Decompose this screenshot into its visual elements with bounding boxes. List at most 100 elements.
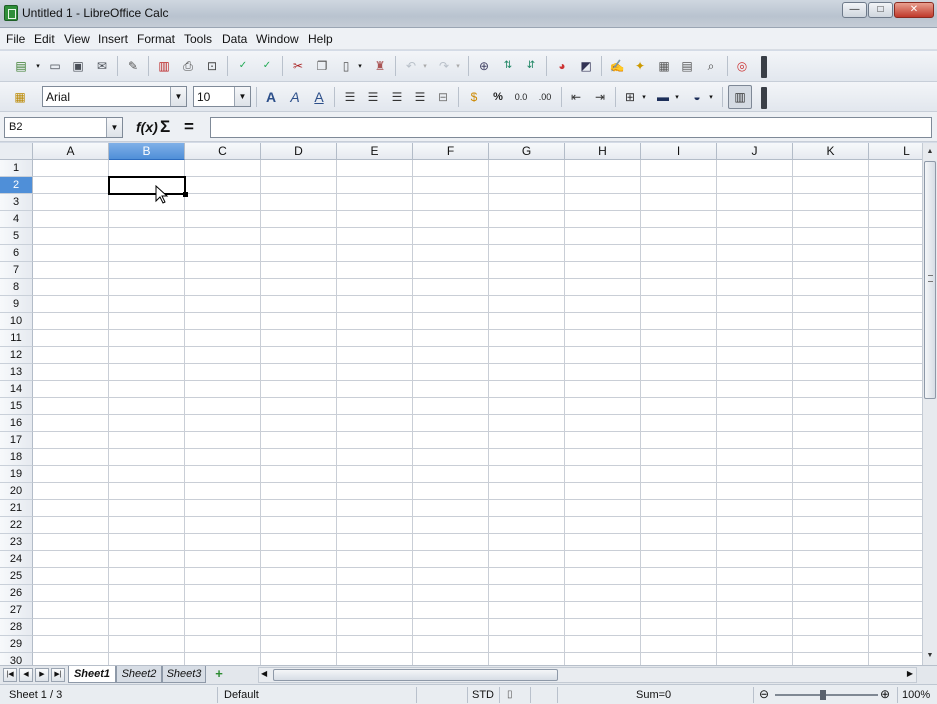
sort-descending-icon[interactable]: ⇵ <box>522 57 540 75</box>
chevron-down-icon[interactable]: ▼ <box>106 118 122 137</box>
zoom-out-icon[interactable]: ⊖ <box>759 687 769 701</box>
merge-cells-icon[interactable]: ⊟ <box>434 88 452 106</box>
column-header-d[interactable]: D <box>261 143 337 160</box>
background-color-dropdown-icon[interactable]: ▾ <box>673 88 681 106</box>
clone-formatting-icon[interactable]: ♜ <box>371 57 389 75</box>
menu-help[interactable]: Help <box>308 32 333 46</box>
chart-icon[interactable]: ◕ <box>553 57 571 75</box>
scroll-right-icon[interactable]: ▶ <box>907 669 913 678</box>
autospellcheck-icon[interactable]: ✓ <box>258 57 276 75</box>
pivot-table-icon[interactable]: ◩ <box>577 57 595 75</box>
export-pdf-icon[interactable]: ▥ <box>155 57 173 75</box>
redo-dropdown-icon[interactable]: ▾ <box>454 57 462 75</box>
justify-icon[interactable]: ☰ <box>411 88 429 106</box>
font-name-select[interactable]: Arial ▼ <box>42 86 187 107</box>
align-center-icon[interactable]: ☰ <box>364 88 382 106</box>
function-wizard-icon[interactable]: f(x) <box>136 119 158 135</box>
email-icon[interactable]: ✉ <box>93 57 111 75</box>
row-header-10[interactable]: 10 <box>0 313 33 330</box>
row-header-9[interactable]: 9 <box>0 296 33 313</box>
row-header-3[interactable]: 3 <box>0 194 33 211</box>
print-preview-icon[interactable]: ⊡ <box>203 57 221 75</box>
row-header-28[interactable]: 28 <box>0 619 33 636</box>
last-sheet-icon[interactable]: ▶| <box>51 668 65 682</box>
sort-ascending-icon[interactable]: ⇅ <box>499 57 517 75</box>
horizontal-scroll-thumb[interactable] <box>273 669 558 681</box>
toggle-grid-icon[interactable]: ▥ <box>728 85 752 109</box>
borders-dropdown-icon[interactable]: ▾ <box>640 88 648 106</box>
add-decimal-icon[interactable]: .00 <box>536 88 554 106</box>
row-header-30[interactable]: 30 <box>0 653 33 665</box>
sheet-tab-sheet1[interactable]: Sheet1 <box>68 666 116 683</box>
row-header-12[interactable]: 12 <box>0 347 33 364</box>
horizontal-scrollbar[interactable]: ◀ ▶ <box>258 667 917 683</box>
navigator-icon[interactable]: ✦ <box>631 57 649 75</box>
add-sheet-icon[interactable]: + <box>208 667 230 682</box>
row-header-2[interactable]: 2 <box>0 177 33 194</box>
menu-format[interactable]: Format <box>137 32 175 46</box>
open-icon[interactable]: ▭ <box>46 57 64 75</box>
row-header-15[interactable]: 15 <box>0 398 33 415</box>
new-document-icon[interactable]: ▤ <box>12 57 30 75</box>
underline-icon[interactable]: A <box>310 88 328 106</box>
menu-insert[interactable]: Insert <box>98 32 128 46</box>
row-header-8[interactable]: 8 <box>0 279 33 296</box>
chevron-down-icon[interactable]: ▼ <box>234 87 250 106</box>
scroll-up-icon[interactable]: ▲ <box>923 145 937 159</box>
scroll-down-icon[interactable]: ▼ <box>923 649 937 663</box>
zoom-level[interactable]: 100% <box>902 689 930 701</box>
spellcheck-icon[interactable]: ✓ <box>234 57 252 75</box>
column-header-l[interactable]: L <box>869 143 922 160</box>
row-header-4[interactable]: 4 <box>0 211 33 228</box>
zoom-icon[interactable]: ⌕ <box>702 57 720 75</box>
row-header-14[interactable]: 14 <box>0 381 33 398</box>
row-header-21[interactable]: 21 <box>0 500 33 517</box>
menu-window[interactable]: Window <box>256 32 299 46</box>
copy-icon[interactable]: ❐ <box>313 57 331 75</box>
vertical-scroll-thumb[interactable] <box>924 161 936 399</box>
formula-input[interactable] <box>210 117 932 138</box>
row-header-16[interactable]: 16 <box>0 415 33 432</box>
column-header-g[interactable]: G <box>489 143 565 160</box>
select-all-corner[interactable] <box>0 143 33 160</box>
cut-icon[interactable]: ✂ <box>289 57 307 75</box>
help-icon[interactable]: ◎ <box>733 57 751 75</box>
row-header-1[interactable]: 1 <box>0 160 33 177</box>
hyperlink-icon[interactable]: ⊕ <box>475 57 493 75</box>
italic-icon[interactable]: A <box>286 88 304 106</box>
decrease-indent-icon[interactable]: ⇤ <box>567 88 585 106</box>
zoom-slider-handle[interactable] <box>820 690 826 700</box>
spreadsheet-grid[interactable]: A B C D E F G H I J K L 1 2 3 4 5 6 7 8 9 10 11 12 13 14 15 16 17 18 1… <box>0 143 922 665</box>
name-box[interactable]: B2 ▼ <box>4 117 123 138</box>
row-header-20[interactable]: 20 <box>0 483 33 500</box>
save-icon[interactable]: ▣ <box>69 57 87 75</box>
toolbar-overflow-icon[interactable] <box>761 87 767 109</box>
active-cell-cursor[interactable] <box>108 176 186 195</box>
row-header-23[interactable]: 23 <box>0 534 33 551</box>
column-header-e[interactable]: E <box>337 143 413 160</box>
sum-icon[interactable]: Σ <box>160 117 170 137</box>
print-icon[interactable]: ⎙ <box>179 57 197 75</box>
percent-icon[interactable]: % <box>489 88 507 106</box>
redo-icon[interactable]: ↷ <box>435 57 453 75</box>
column-header-i[interactable]: I <box>641 143 717 160</box>
background-color-icon[interactable]: ▬ <box>654 88 672 106</box>
show-draw-functions-icon[interactable]: ✍ <box>608 57 626 75</box>
close-button[interactable]: ✕ <box>894 2 934 18</box>
menu-view[interactable]: View <box>64 32 90 46</box>
data-sources-icon[interactable]: ▤ <box>678 57 696 75</box>
first-sheet-icon[interactable]: |◀ <box>3 668 17 682</box>
align-right-icon[interactable]: ☰ <box>388 88 406 106</box>
paste-icon[interactable]: ▯ <box>337 57 355 75</box>
row-header-6[interactable]: 6 <box>0 245 33 262</box>
function-icon[interactable]: = <box>184 117 194 137</box>
previous-sheet-icon[interactable]: ◀ <box>19 668 33 682</box>
row-header-18[interactable]: 18 <box>0 449 33 466</box>
bold-icon[interactable]: A <box>262 88 280 106</box>
column-header-h[interactable]: H <box>565 143 641 160</box>
scroll-left-icon[interactable]: ◀ <box>261 669 267 678</box>
menu-tools[interactable]: Tools <box>184 32 212 46</box>
sheet-tab-sheet3[interactable]: Sheet3 <box>162 666 206 683</box>
row-header-5[interactable]: 5 <box>0 228 33 245</box>
column-header-j[interactable]: J <box>717 143 793 160</box>
